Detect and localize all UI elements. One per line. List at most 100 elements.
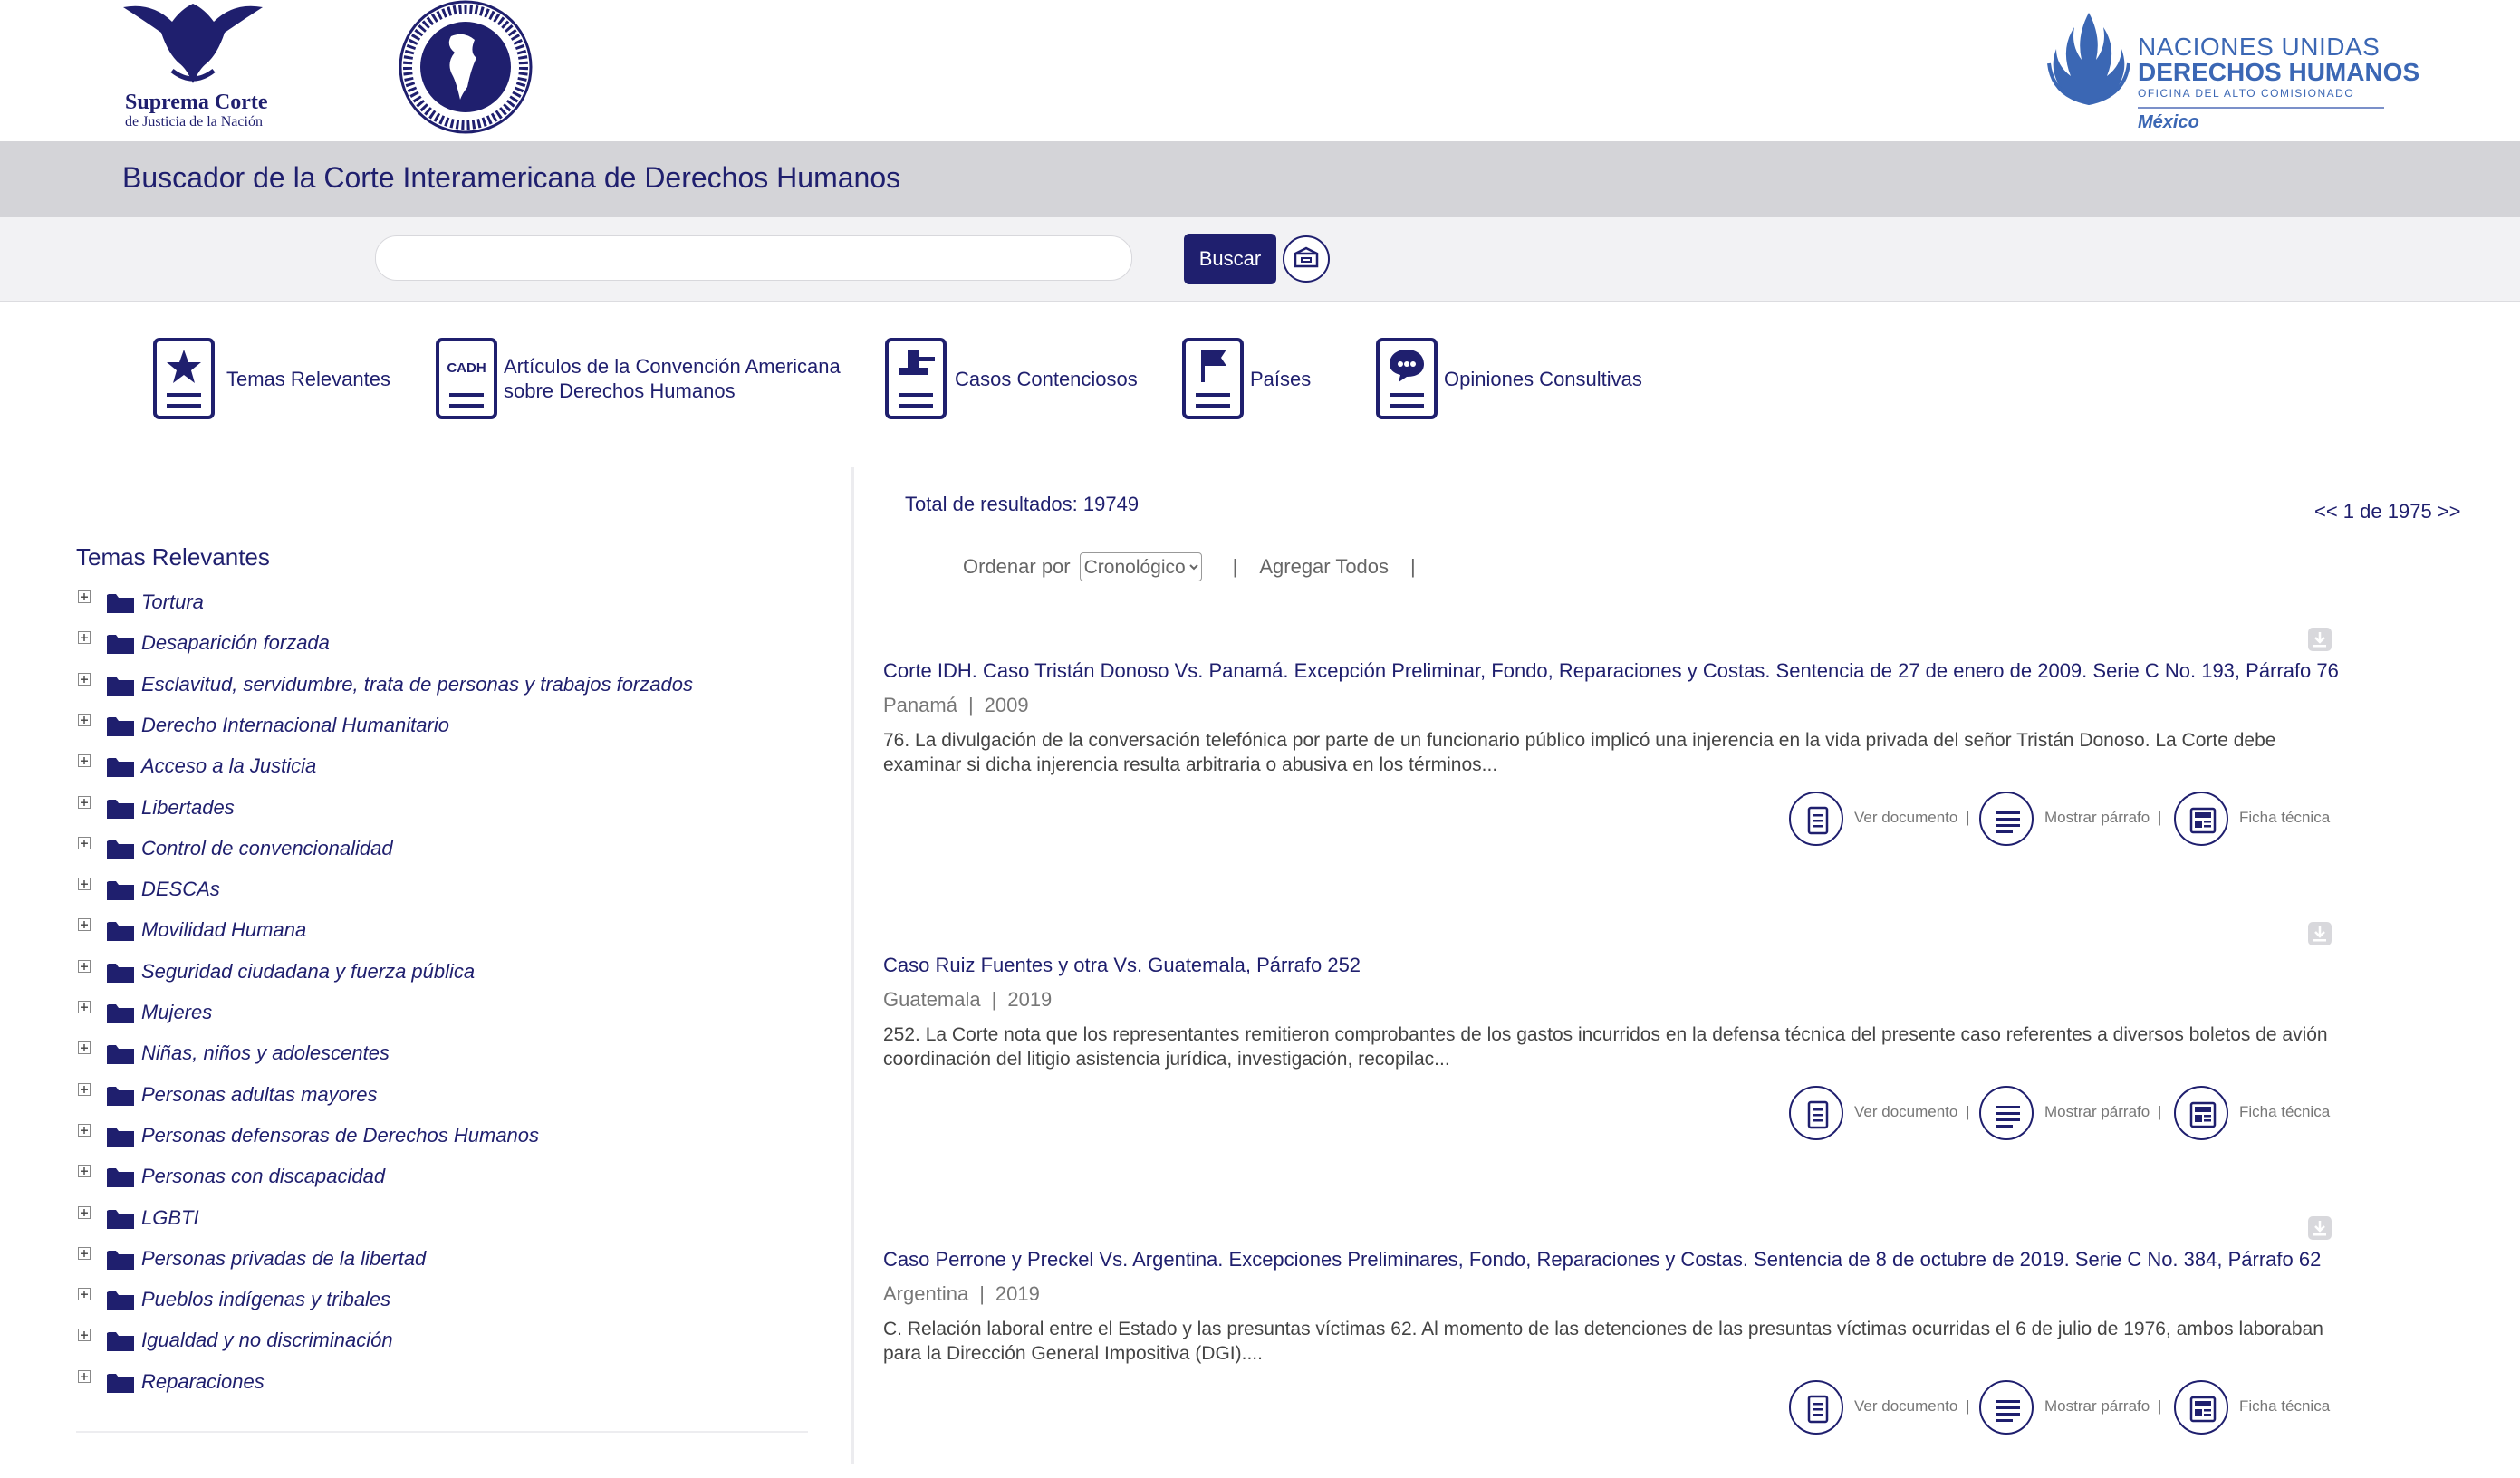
saved-items-button[interactable] (1283, 235, 1330, 283)
tree-item-label[interactable]: Igualdad y no discriminación (141, 1329, 393, 1352)
tree-item[interactable]: Personas con discapacidad (76, 1161, 801, 1192)
result-actions: Ver documento | Mostrar párrafo | Ficha té… (1789, 792, 2351, 849)
tree-item-label[interactable]: Control de convencionalidad (141, 837, 393, 860)
corte-idh-logo[interactable] (395, 0, 536, 136)
tree-item-label[interactable]: Personas con discapacidad (141, 1165, 385, 1188)
search-button[interactable]: Buscar (1184, 234, 1276, 284)
tree-item[interactable]: Derecho Internacional Humanitario (76, 710, 801, 741)
tree-item[interactable]: Personas privadas de la libertad (76, 1243, 801, 1274)
technical-sheet-button[interactable]: Ficha técnica (2174, 1380, 2351, 1438)
tree-item[interactable]: Personas adultas mayores (76, 1080, 801, 1110)
tree-item[interactable]: Personas defensoras de Derechos Humanos (76, 1120, 801, 1151)
action-label: Ficha técnica (2239, 1103, 2331, 1120)
category-casos-contenciosos[interactable]: Casos Contenciosos (884, 337, 1147, 424)
expand-plus-icon[interactable] (78, 672, 91, 686)
expand-plus-icon[interactable] (78, 713, 91, 726)
expand-plus-icon[interactable] (78, 795, 91, 809)
result-meta: Guatemala | 2019 (883, 988, 1052, 1012)
tree-item-label[interactable]: Personas defensoras de Derechos Humanos (141, 1124, 539, 1147)
expand-plus-icon[interactable] (78, 1001, 91, 1013)
view-document-button[interactable]: Ver documento | (1789, 1086, 1979, 1144)
topics-panel: Temas Relevantes Tortura Desaparición for… (76, 543, 810, 1449)
tree-item[interactable]: Desaparición forzada (76, 628, 801, 658)
tree-item-label[interactable]: Niñas, niños y adolescentes (141, 1041, 390, 1065)
expand-plus-icon[interactable] (78, 1246, 91, 1260)
tree-item-label[interactable]: Derecho Internacional Humanitario (141, 714, 449, 737)
category-opiniones-consultivas[interactable]: Opiniones Consultivas (1375, 337, 1665, 424)
tree-item-label[interactable]: Esclavitud, servidumbre, trata de person… (141, 673, 693, 696)
expand-plus-icon[interactable] (78, 1041, 91, 1055)
category-paises[interactable]: Países (1181, 337, 1335, 424)
onu-country: México (2138, 112, 2199, 132)
download-icon[interactable] (2307, 921, 2332, 946)
star-document-icon (153, 338, 215, 419)
tree-item[interactable]: Libertades (76, 792, 801, 823)
show-paragraph-button[interactable]: Mostrar párrafo | (1979, 792, 2174, 849)
tree-item-label[interactable]: Mujeres (141, 1001, 212, 1024)
tree-item[interactable]: Acceso a la Justicia (76, 751, 801, 782)
search-input[interactable] (375, 235, 1132, 281)
title-bar: Buscador de la Corte Interamericana de D… (0, 141, 2520, 217)
tree-item[interactable]: Igualdad y no discriminación (76, 1325, 801, 1356)
category-articulos-cadh[interactable]: CADH Artículos de la Convención American… (435, 337, 851, 424)
technical-sheet-button[interactable]: Ficha técnica (2174, 1086, 2351, 1144)
tree-item[interactable]: Mujeres (76, 997, 801, 1028)
tree-item[interactable]: Pueblos indígenas y tribales (76, 1284, 801, 1315)
download-icon[interactable] (2307, 1215, 2332, 1241)
view-document-button[interactable]: Ver documento | (1789, 792, 1979, 849)
expand-plus-icon[interactable] (78, 959, 91, 973)
tree-item[interactable]: Movilidad Humana (76, 915, 801, 945)
tree-item-label[interactable]: LGBTI (141, 1206, 199, 1230)
tree-item-label[interactable]: Libertades (141, 796, 235, 820)
expand-plus-icon[interactable] (78, 1288, 91, 1301)
tree-item[interactable]: LGBTI (76, 1203, 801, 1233)
tree-item-label[interactable]: Movilidad Humana (141, 918, 306, 942)
tree-item-label[interactable]: Personas privadas de la libertad (141, 1247, 426, 1271)
tree-item-label[interactable]: Desaparición forzada (141, 631, 330, 655)
tree-item-label[interactable]: Pueblos indígenas y tribales (141, 1288, 390, 1311)
view-document-button[interactable]: Ver documento | (1789, 1380, 1979, 1438)
pagination[interactable]: << 1 de 1975 >> (2314, 500, 2461, 523)
sort-row: Ordenar por Cronológico | Agregar Todos … (963, 551, 1428, 583)
result-title[interactable]: Corte IDH. Caso Tristán Donoso Vs. Panam… (883, 659, 2339, 683)
show-paragraph-button[interactable]: Mostrar párrafo | (1979, 1380, 2174, 1438)
show-paragraph-button[interactable]: Mostrar párrafo | (1979, 1086, 2174, 1144)
tree-item[interactable]: DESCAs (76, 874, 801, 905)
category-temas-relevantes[interactable]: Temas Relevantes (152, 337, 415, 424)
expand-plus-icon[interactable] (78, 878, 91, 891)
expand-plus-icon[interactable] (78, 590, 91, 603)
tree-item-label[interactable]: Reparaciones (141, 1370, 265, 1394)
download-icon[interactable] (2307, 627, 2332, 652)
expand-plus-icon[interactable] (78, 1205, 91, 1219)
tree-item[interactable]: Control de convencionalidad (76, 833, 801, 864)
add-all-link[interactable]: Agregar Todos (1259, 555, 1389, 579)
folder-icon (107, 635, 134, 655)
sort-select[interactable]: Cronológico (1079, 552, 1202, 581)
tree-item[interactable]: Seguridad ciudadana y fuerza pública (76, 956, 801, 987)
expand-plus-icon[interactable] (78, 1082, 91, 1096)
tree-item-label[interactable]: DESCAs (141, 878, 220, 901)
result-title[interactable]: Caso Perrone y Preckel Vs. Argentina. Ex… (883, 1248, 2321, 1272)
expand-plus-icon[interactable] (78, 1165, 91, 1178)
tree-item[interactable]: Tortura (76, 587, 801, 618)
tree-item-label[interactable]: Tortura (141, 590, 204, 614)
tree-item[interactable]: Niñas, niños y adolescentes (76, 1038, 801, 1069)
scjn-logo[interactable]: Suprema Corte de Justicia de la Nación (116, 0, 270, 136)
result-title[interactable]: Caso Ruiz Fuentes y otra Vs. Guatemala, … (883, 954, 1361, 977)
tree-item[interactable]: Reparaciones (76, 1367, 801, 1397)
expand-plus-icon[interactable] (78, 1123, 91, 1137)
onu-dh-logo[interactable]: NACIONES UNIDAS DERECHOS HUMANOS OFICINA… (2044, 9, 2419, 136)
expand-plus-icon[interactable] (78, 1329, 91, 1342)
tree-item-label[interactable]: Personas adultas mayores (141, 1083, 377, 1107)
technical-sheet-button[interactable]: Ficha técnica (2174, 792, 2351, 849)
tree-item-label[interactable]: Seguridad ciudadana y fuerza pública (141, 960, 475, 984)
expand-plus-icon[interactable] (78, 754, 91, 768)
tree-item[interactable]: Esclavitud, servidumbre, trata de person… (76, 669, 801, 700)
action-label: Ver documento | (1854, 1103, 1970, 1120)
expand-plus-icon[interactable] (78, 836, 91, 849)
expand-plus-icon[interactable] (78, 918, 91, 932)
tree-item-label[interactable]: Acceso a la Justicia (141, 754, 316, 778)
expand-plus-icon[interactable] (78, 1369, 91, 1383)
folder-icon (107, 881, 134, 901)
expand-plus-icon[interactable] (78, 631, 91, 645)
